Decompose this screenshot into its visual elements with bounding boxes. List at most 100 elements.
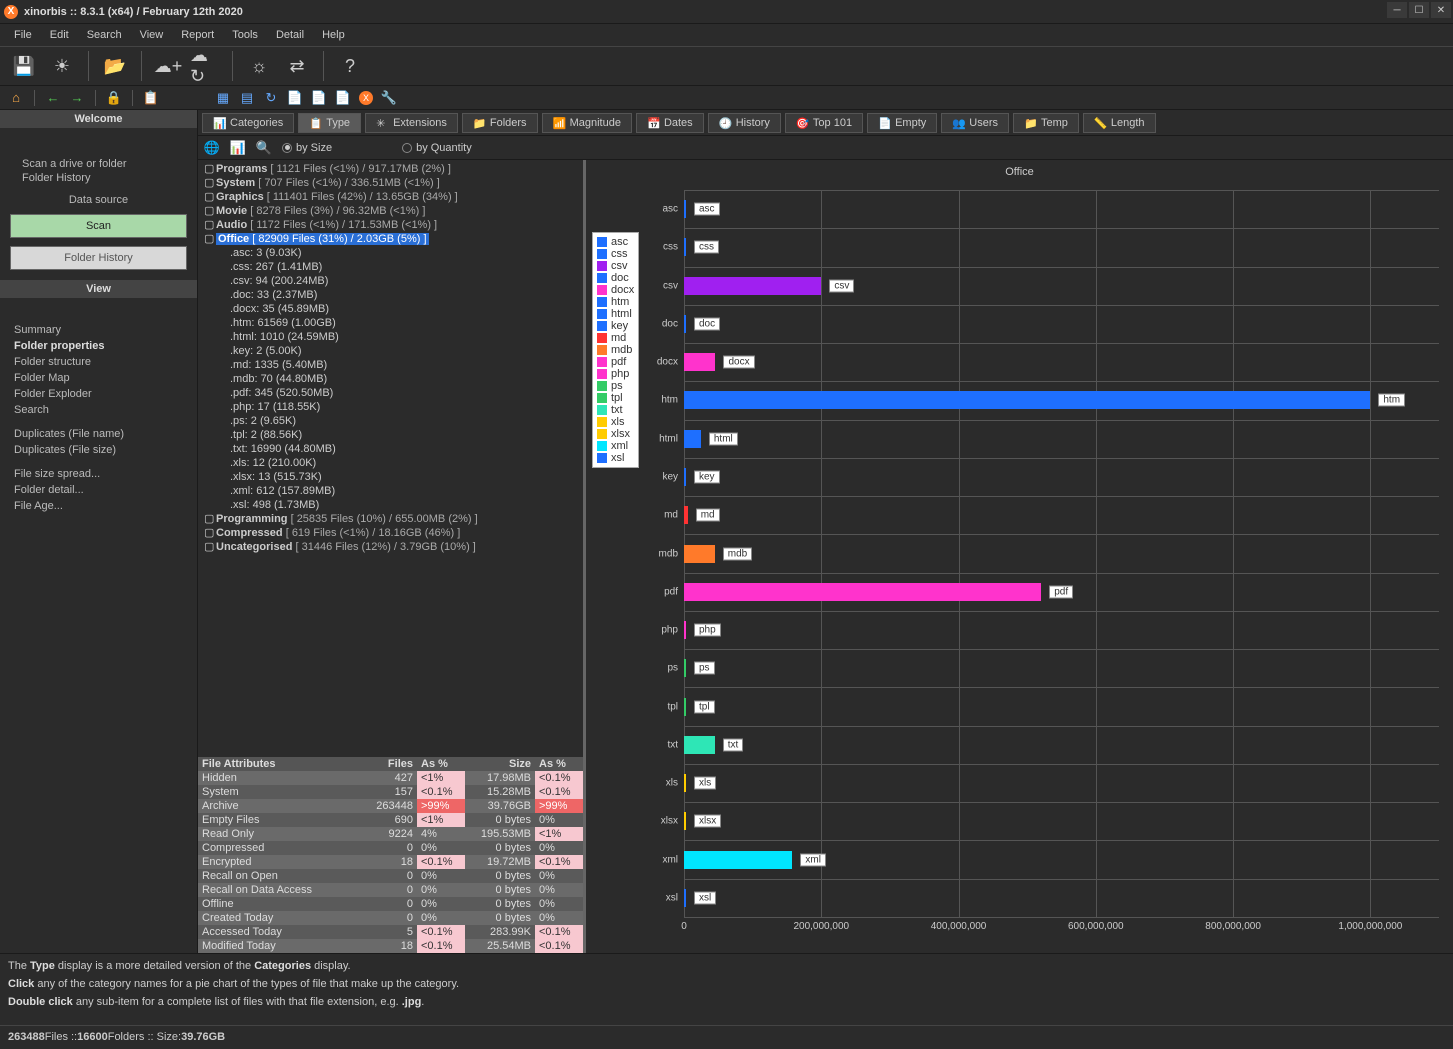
tree-item[interactable]: .key: 2 (5.00K)	[204, 344, 577, 358]
attr-row[interactable]: Offline00%0 bytes0%	[198, 897, 583, 911]
tree-category[interactable]: ▢Programs [ 1121 Files (<1%) / 917.17MB …	[204, 162, 577, 176]
menu-report[interactable]: Report	[173, 27, 222, 43]
chart-bar[interactable]	[684, 774, 686, 792]
search-icon[interactable]: 🔍	[256, 140, 272, 156]
sidebar-link[interactable]: File Age...	[0, 498, 197, 514]
tab-type[interactable]: 📋Type	[298, 113, 361, 133]
attr-row[interactable]: Archive263448>99%39.76GB>99%	[198, 799, 583, 813]
sidebar-link[interactable]: Duplicates (File size)	[0, 442, 197, 458]
home-icon[interactable]: ⌂	[8, 90, 24, 106]
cloud-add-icon[interactable]: ☁+	[152, 50, 184, 82]
tree-category[interactable]: ▢System [ 707 Files (<1%) / 336.51MB (<1…	[204, 176, 577, 190]
close-button[interactable]: ✕	[1431, 2, 1451, 18]
doc3-icon[interactable]: ↻	[263, 90, 279, 106]
category-tree[interactable]: ▢Programs [ 1121 Files (<1%) / 917.17MB …	[198, 160, 583, 757]
lock-icon[interactable]: 🔒	[106, 90, 122, 106]
sidebar-link[interactable]: Folder detail...	[0, 482, 197, 498]
tab-history[interactable]: 🕘History	[708, 113, 781, 133]
attr-row[interactable]: Created Today00%0 bytes0%	[198, 911, 583, 925]
sidebar-link[interactable]: Folder Exploder	[0, 386, 197, 402]
tab-top-101[interactable]: 🎯Top 101	[785, 113, 863, 133]
cloud-refresh-icon[interactable]: ☁↻	[190, 50, 222, 82]
wrench-icon[interactable]: 🔧	[381, 90, 397, 106]
chart-bar[interactable]	[684, 468, 686, 486]
chart-bar[interactable]	[684, 315, 686, 333]
attr-row[interactable]: System157<0.1%15.28MB<0.1%	[198, 785, 583, 799]
chart-bar[interactable]	[684, 391, 1370, 409]
tree-item[interactable]: .xsl: 498 (1.73MB)	[204, 498, 577, 512]
forward-icon[interactable]: →	[69, 90, 85, 106]
chart-bar[interactable]	[684, 430, 701, 448]
back-icon[interactable]: ←	[45, 90, 61, 106]
tree-item[interactable]: .csv: 94 (200.24MB)	[204, 274, 577, 288]
attr-row[interactable]: Modified Today18<0.1%25.54MB<0.1%	[198, 939, 583, 953]
tab-extensions[interactable]: ✳Extensions	[365, 113, 458, 133]
tree-item[interactable]: .txt: 16990 (44.80MB)	[204, 442, 577, 456]
tree-category[interactable]: ▢Office [ 82909 Files (31%) / 2.03GB (5%…	[204, 232, 577, 246]
tab-folders[interactable]: 📁Folders	[462, 113, 538, 133]
tab-length[interactable]: 📏Length	[1083, 113, 1156, 133]
chart-bar[interactable]	[684, 583, 1041, 601]
sidebar-link[interactable]: Summary	[0, 322, 197, 338]
menu-edit[interactable]: Edit	[42, 27, 77, 43]
tree-category[interactable]: ▢Compressed [ 619 Files (<1%) / 18.16GB …	[204, 526, 577, 540]
x-icon[interactable]: X	[359, 91, 373, 105]
chart-bar[interactable]	[684, 506, 688, 524]
tree-item[interactable]: .doc: 33 (2.37MB)	[204, 288, 577, 302]
tree-category[interactable]: ▢Graphics [ 111401 Files (42%) / 13.65GB…	[204, 190, 577, 204]
tree-item[interactable]: .docx: 35 (45.89MB)	[204, 302, 577, 316]
save-icon[interactable]: 💾	[8, 50, 40, 82]
scan-button[interactable]: Scan	[10, 214, 187, 238]
chart-bar[interactable]	[684, 812, 686, 830]
sidebar-link[interactable]: File size spread...	[0, 466, 197, 482]
tree-item[interactable]: .ps: 2 (9.65K)	[204, 414, 577, 428]
tab-dates[interactable]: 📅Dates	[636, 113, 704, 133]
tree-item[interactable]: .xml: 612 (157.89MB)	[204, 484, 577, 498]
doc2-icon[interactable]: ▤	[239, 90, 255, 106]
sidebar-link[interactable]: Duplicates (File name)	[0, 426, 197, 442]
doc6-icon[interactable]: 📄	[335, 90, 351, 106]
sidebar-link[interactable]: Folder Map	[0, 370, 197, 386]
tab-magnitude[interactable]: 📶Magnitude	[542, 113, 632, 133]
tab-empty[interactable]: 📄Empty	[867, 113, 937, 133]
tree-item[interactable]: .html: 1010 (24.59MB)	[204, 330, 577, 344]
attr-row[interactable]: Accessed Today5<0.1%283.99K<0.1%	[198, 925, 583, 939]
copy-icon[interactable]: 📋	[143, 90, 159, 106]
attr-row[interactable]: Empty Files690<1%0 bytes0%	[198, 813, 583, 827]
tab-users[interactable]: 👥Users	[941, 113, 1009, 133]
chart-bar[interactable]	[684, 277, 821, 295]
tree-item[interactable]: .php: 17 (118.55K)	[204, 400, 577, 414]
tree-category[interactable]: ▢Audio [ 1172 Files (<1%) / 171.53MB (<1…	[204, 218, 577, 232]
scan-drive-label[interactable]: Scan a drive or folder	[22, 158, 197, 170]
menu-view[interactable]: View	[132, 27, 172, 43]
menu-search[interactable]: Search	[79, 27, 130, 43]
attr-row[interactable]: Recall on Data Access00%0 bytes0%	[198, 883, 583, 897]
chart-icon[interactable]: 📊	[230, 140, 246, 156]
tree-item[interactable]: .css: 267 (1.41MB)	[204, 260, 577, 274]
attr-row[interactable]: Recall on Open00%0 bytes0%	[198, 869, 583, 883]
help-icon[interactable]: ?	[334, 50, 366, 82]
sidebar-link[interactable]: Folder properties	[0, 338, 197, 354]
brightness-icon[interactable]: ☼	[243, 50, 275, 82]
sun-icon[interactable]: ☀	[46, 50, 78, 82]
chart-bar[interactable]	[684, 659, 686, 677]
minimize-button[interactable]: ─	[1387, 2, 1407, 18]
menu-help[interactable]: Help	[314, 27, 353, 43]
sidebar-link[interactable]: Folder structure	[0, 354, 197, 370]
tab-temp[interactable]: 📁Temp	[1013, 113, 1079, 133]
folder-history-label[interactable]: Folder History	[22, 172, 197, 184]
tree-item[interactable]: .md: 1335 (5.40MB)	[204, 358, 577, 372]
chart-bar[interactable]	[684, 621, 686, 639]
tab-categories[interactable]: 📊Categories	[202, 113, 294, 133]
sidebar-link[interactable]: Search	[0, 402, 197, 418]
chart-bar[interactable]	[684, 889, 686, 907]
open-folder-icon[interactable]: 📂	[99, 50, 131, 82]
chart-bar[interactable]	[684, 545, 715, 563]
chart-bar[interactable]	[684, 353, 715, 371]
doc5-icon[interactable]: 📄	[311, 90, 327, 106]
tree-item[interactable]: .pdf: 345 (520.50MB)	[204, 386, 577, 400]
tree-category[interactable]: ▢Programming [ 25835 Files (10%) / 655.0…	[204, 512, 577, 526]
menu-file[interactable]: File	[6, 27, 40, 43]
doc4-icon[interactable]: 📄	[287, 90, 303, 106]
refresh-icon[interactable]: ⇄	[281, 50, 313, 82]
